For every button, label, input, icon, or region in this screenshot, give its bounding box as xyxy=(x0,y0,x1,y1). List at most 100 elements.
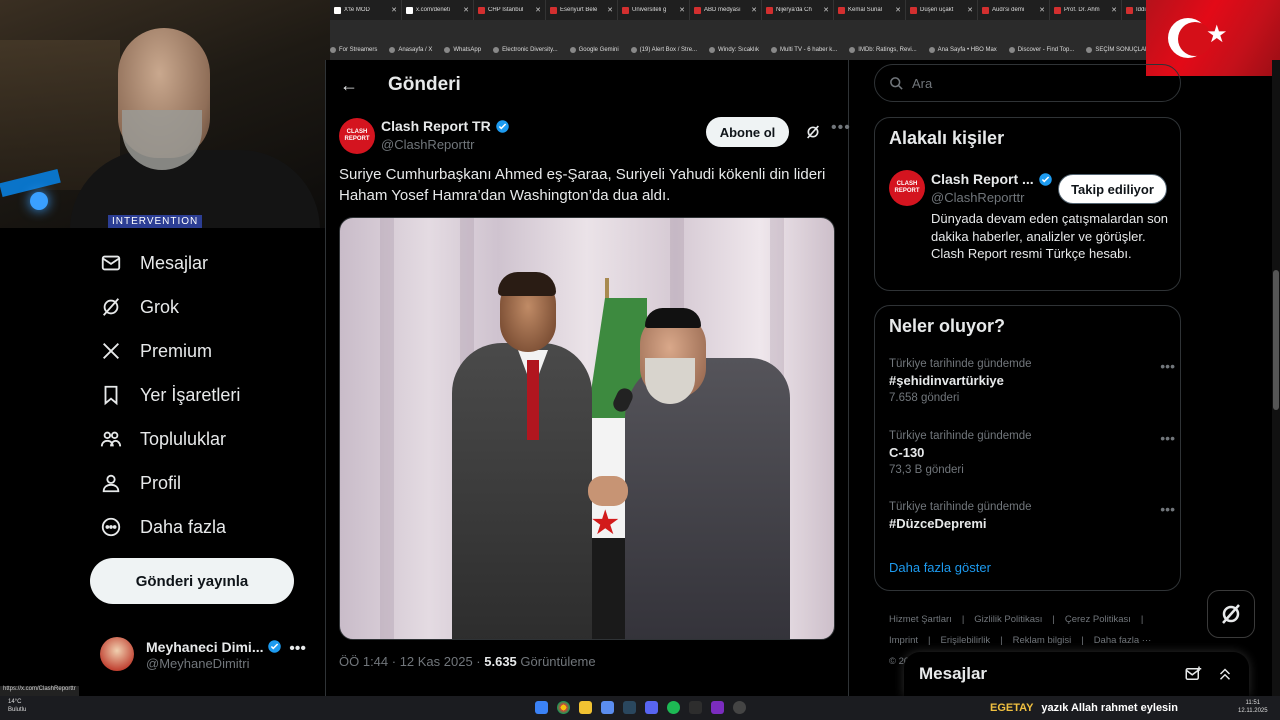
nav-item-label: Yer İşaretleri xyxy=(140,384,241,405)
app-icon[interactable] xyxy=(689,701,702,714)
weather-widget[interactable]: 14°C Bulutlu xyxy=(8,698,26,714)
account-more-icon[interactable]: ••• xyxy=(289,640,306,658)
bookmark-item[interactable]: For Streamers xyxy=(330,47,377,53)
bookmark-item[interactable]: Discover - Find Top... xyxy=(1008,47,1074,53)
author-avatar[interactable]: CLASH REPORT xyxy=(339,118,375,154)
tab-title: Düşen uçakt xyxy=(920,7,954,13)
tab-close-icon[interactable]: ✕ xyxy=(1111,6,1117,14)
browser-tab[interactable]: ABD medyası ✕ xyxy=(690,0,762,20)
bookmark-item[interactable]: Anasayfa / X xyxy=(389,47,432,53)
nav-item-communities[interactable]: Topluluklar xyxy=(100,428,226,450)
footer-link[interactable]: Daha fazla ··· xyxy=(1094,635,1152,646)
footer-link[interactable]: Çerez Politikası xyxy=(1065,614,1131,625)
ticker-username: EGETAY xyxy=(990,702,1034,714)
trend-more-icon[interactable]: ••• xyxy=(1160,358,1175,374)
nav-item-messages[interactable]: Mesajlar xyxy=(100,252,208,274)
grok-floating-button[interactable] xyxy=(1207,590,1255,638)
tab-close-icon[interactable]: ✕ xyxy=(895,6,901,14)
messages-dock[interactable]: Mesajlar xyxy=(904,652,1249,696)
footer-link[interactable]: Reklam bilgisi xyxy=(1013,635,1072,646)
footer-link[interactable]: Gizlilik Politikası xyxy=(974,614,1042,625)
browser-url-bar[interactable] xyxy=(330,20,1146,40)
tab-close-icon[interactable]: ✕ xyxy=(463,6,469,14)
browser-tab[interactable]: Kemal Sunal ✕ xyxy=(834,0,906,20)
post-header: ← Gönderi xyxy=(326,60,850,110)
following-button[interactable]: Takip ediliyor xyxy=(1058,174,1167,204)
related-avatar[interactable]: CLASH REPORT xyxy=(889,170,925,206)
related-handle[interactable]: @ClashReporttr xyxy=(931,190,1024,205)
author-handle[interactable]: @ClashReporttr xyxy=(381,137,474,152)
author-name[interactable]: Clash Report TR xyxy=(381,118,510,134)
show-more-link[interactable]: Daha fazla göster xyxy=(889,560,991,575)
tab-close-icon[interactable]: ✕ xyxy=(1039,6,1045,14)
footer-link[interactable]: Erişilebilirlik xyxy=(941,635,991,646)
trend-item[interactable]: Türkiye tarihinde gündemde C-130 73,3 B … xyxy=(889,430,1175,476)
bookmark-favicon-icon xyxy=(1008,47,1015,53)
nav-item-grok[interactable]: Grok xyxy=(100,296,179,318)
bookmark-item[interactable]: SEÇİM SONUÇLARI... xyxy=(1086,47,1146,53)
account-switcher[interactable]: Meyhaneci Dimi... @MeyhaneDimitri ••• xyxy=(100,632,310,676)
trend-item[interactable]: Türkiye tarihinde gündemde #DüzceDepremi… xyxy=(889,501,1175,531)
trend-more-icon[interactable]: ••• xyxy=(1160,430,1175,446)
expand-up-icon[interactable] xyxy=(1216,665,1234,683)
system-clock[interactable]: 11:51 12.11.2025 xyxy=(1238,699,1268,715)
new-message-icon[interactable] xyxy=(1184,665,1202,683)
app-icon[interactable] xyxy=(711,701,724,714)
account-avatar xyxy=(100,637,134,671)
bookmark-item[interactable]: Electronic Diversity... xyxy=(493,47,558,53)
post-photo[interactable]: ★ xyxy=(339,217,835,640)
trends-card: Neler oluyor? Türkiye tarihinde gündemde… xyxy=(874,305,1181,591)
obs-icon[interactable] xyxy=(733,701,746,714)
tab-title: Audi'si demi xyxy=(992,7,1025,13)
chrome-icon[interactable] xyxy=(557,701,570,714)
nav-item-bookmarks[interactable]: Yer İşaretleri xyxy=(100,384,240,406)
post-more-icon[interactable]: ••• xyxy=(831,119,851,137)
browser-tab[interactable]: X'te MOD ✕ xyxy=(330,0,402,20)
bookmark-item[interactable]: Google Gemini xyxy=(569,47,619,53)
related-name[interactable]: Clash Report ... xyxy=(931,171,1053,187)
spotify-icon[interactable] xyxy=(667,701,680,714)
bookmark-item[interactable]: Ana Sayfa • HBO Max xyxy=(928,47,997,53)
bookmark-item[interactable]: Windy: Sıcaklık xyxy=(709,47,759,53)
search-input[interactable]: Ara xyxy=(874,64,1181,102)
bookmark-item[interactable]: IMDb: Ratings, Revi... xyxy=(849,47,917,53)
bookmark-item[interactable]: WhatsApp xyxy=(444,47,481,53)
bookmark-item[interactable]: Multi TV - 6 haber k... xyxy=(771,47,837,53)
tab-close-icon[interactable]: ✕ xyxy=(679,6,685,14)
bookmark-favicon-icon xyxy=(569,47,576,53)
browser-tab[interactable]: Üniversiteli g ✕ xyxy=(618,0,690,20)
start-button-icon[interactable] xyxy=(535,701,548,714)
bookmark-item[interactable]: (19) Alert Box / Stre... xyxy=(630,47,697,53)
browser-tab[interactable]: Esenyurt Bele ✕ xyxy=(546,0,618,20)
footer-link[interactable]: Hizmet Şartları xyxy=(889,614,952,625)
file-explorer-icon[interactable] xyxy=(579,701,592,714)
browser-tab[interactable]: Nijerya'da Ch ✕ xyxy=(762,0,834,20)
app-icon[interactable] xyxy=(601,701,614,714)
browser-tab[interactable]: Prof. Dr. Ahm ✕ xyxy=(1050,0,1122,20)
tab-close-icon[interactable]: ✕ xyxy=(607,6,613,14)
trend-item[interactable]: Türkiye tarihinde gündemde #şehidinvartü… xyxy=(889,358,1175,404)
browser-tab[interactable]: Audi'si demi ✕ xyxy=(978,0,1050,20)
browser-tab[interactable]: Düşen uçakt ✕ xyxy=(906,0,978,20)
tab-close-icon[interactable]: ✕ xyxy=(967,6,973,14)
subscribe-button[interactable]: Abone ol xyxy=(706,117,789,147)
browser-tab[interactable]: İddianame✕ xyxy=(1122,0,1146,20)
trend-more-icon[interactable]: ••• xyxy=(1160,501,1175,517)
tab-close-icon[interactable]: ✕ xyxy=(535,6,541,14)
tab-close-icon[interactable]: ✕ xyxy=(391,6,397,14)
nav-item-premium[interactable]: Premium xyxy=(100,340,212,362)
footer-link[interactable]: Imprint xyxy=(889,635,918,646)
tab-close-icon[interactable]: ✕ xyxy=(823,6,829,14)
nav-item-profile[interactable]: Profil xyxy=(100,472,181,494)
tab-close-icon[interactable]: ✕ xyxy=(751,6,757,14)
scrollbar-thumb[interactable] xyxy=(1273,270,1279,410)
page-scrollbar[interactable] xyxy=(1272,60,1280,696)
grok-icon[interactable] xyxy=(805,124,821,140)
post-button[interactable]: Gönderi yayınla xyxy=(90,558,294,604)
browser-tab[interactable]: x.com/deneti ✕ xyxy=(402,0,474,20)
discord-icon[interactable] xyxy=(645,701,658,714)
back-arrow-icon[interactable]: ← xyxy=(340,75,358,96)
browser-tab[interactable]: CHP İstanbul ✕ xyxy=(474,0,546,20)
nav-item-more[interactable]: Daha fazla xyxy=(100,516,226,538)
steam-icon[interactable] xyxy=(623,701,636,714)
